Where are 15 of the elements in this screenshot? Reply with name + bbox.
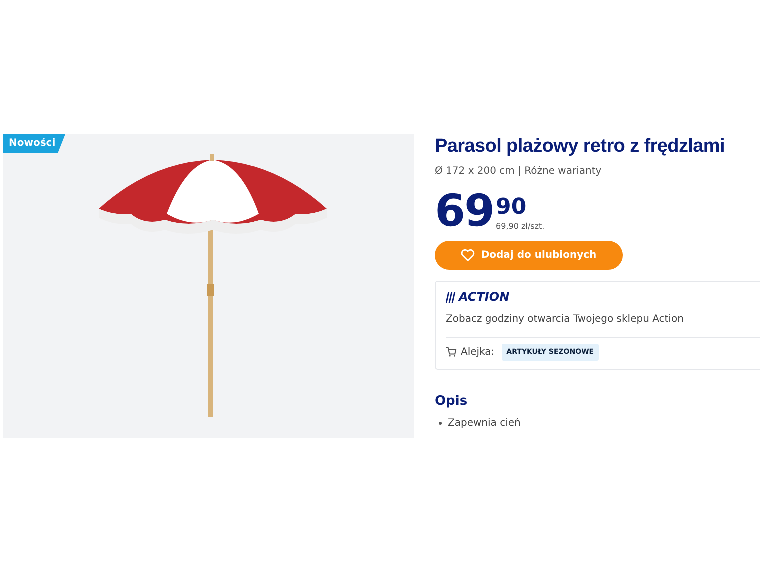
- price-fraction: 90: [496, 197, 528, 219]
- bullet-icon: [439, 422, 442, 425]
- aisle-label: Alejka:: [461, 346, 495, 360]
- product-subtitle: Ø 172 x 200 cm | Różne warianty: [435, 165, 603, 179]
- heart-icon: [461, 249, 476, 262]
- new-badge: Nowości: [3, 134, 66, 153]
- store-logo: ACTION: [459, 290, 510, 304]
- cart-icon: [446, 347, 457, 358]
- store-hours-link[interactable]: Zobacz godziny otwarcia Twojego sklepu Action: [446, 312, 760, 327]
- description-heading: Opis: [435, 392, 469, 410]
- description-item: Zapewnia cień: [448, 417, 521, 431]
- logo-stripes-icon: [446, 292, 458, 302]
- product-title: Parasol plażowy retro z frędzlami: [435, 135, 726, 159]
- price-whole: 69: [435, 191, 494, 233]
- unit-price: 69,90 zł/szt.: [496, 221, 545, 233]
